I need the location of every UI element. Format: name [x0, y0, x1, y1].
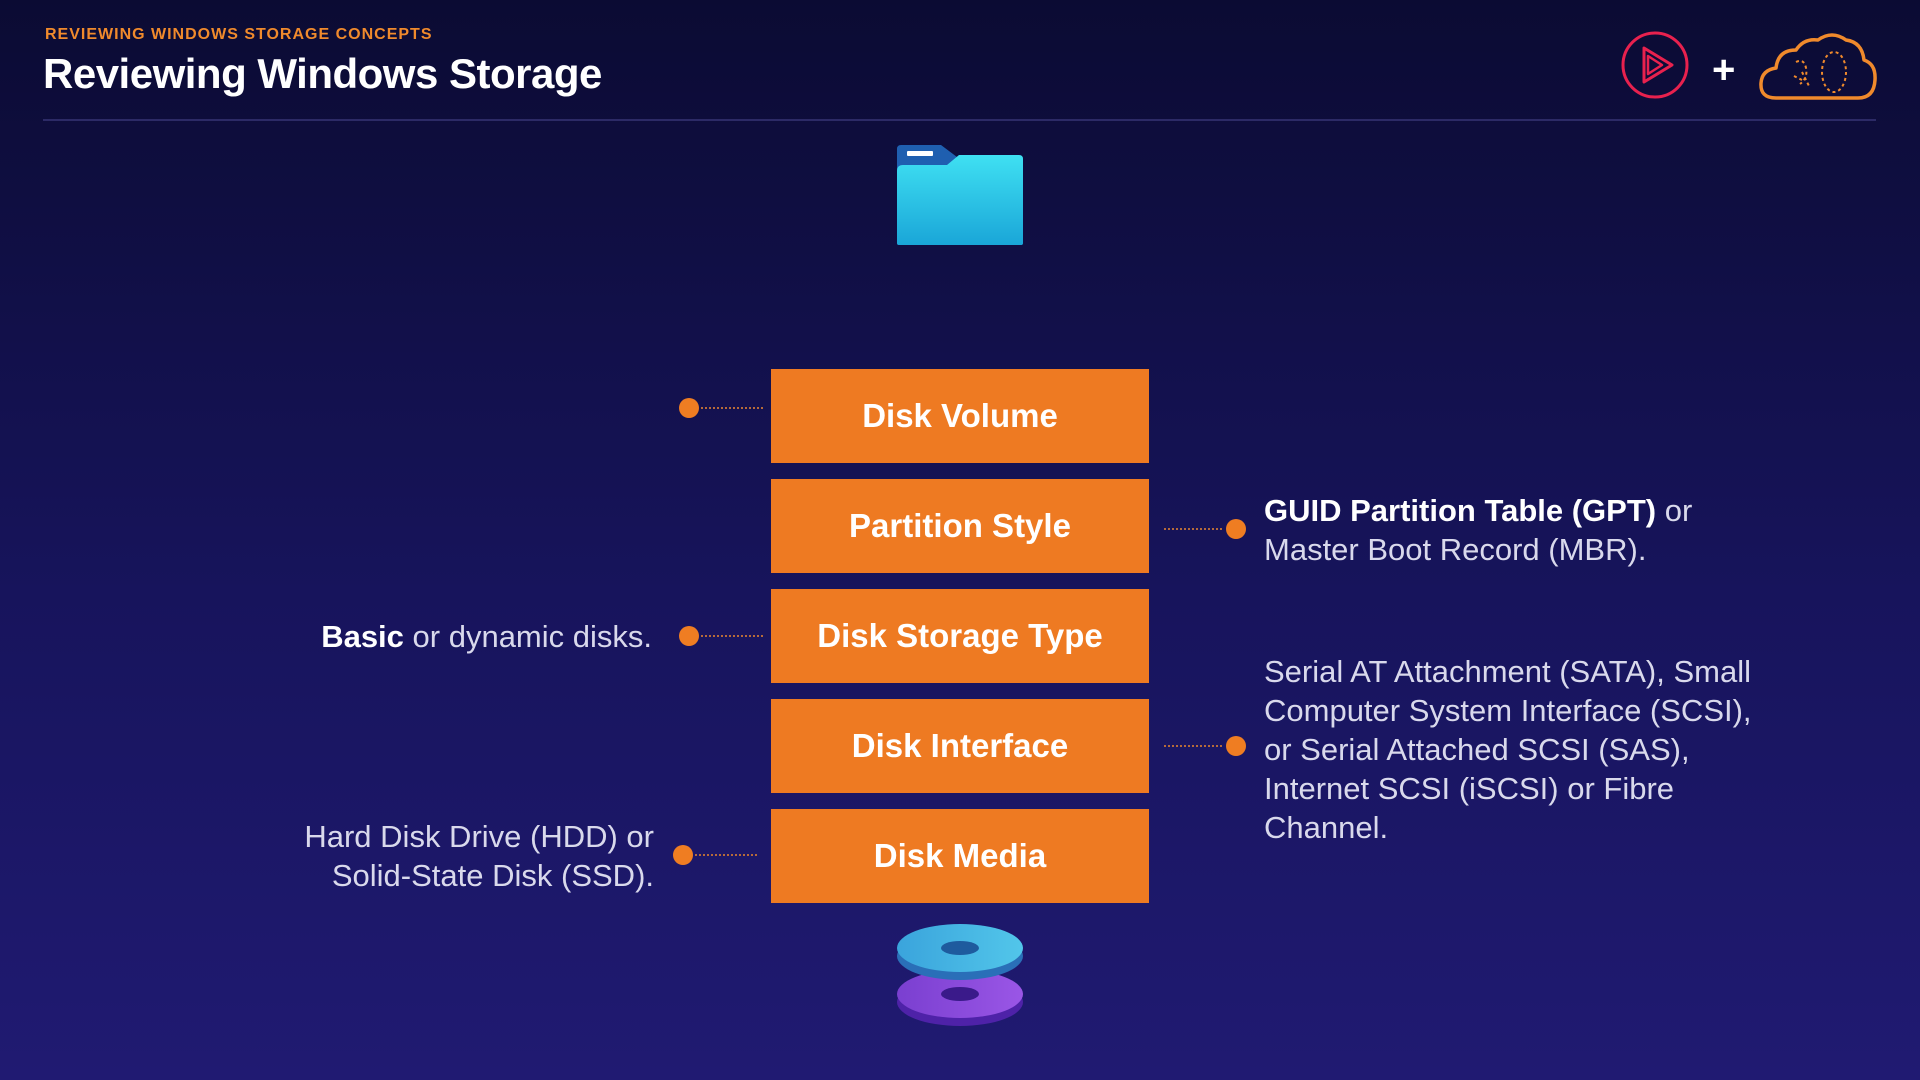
- note-interface: Serial AT Attachment (SATA), Small Compu…: [1264, 652, 1904, 847]
- layer-disk-media: Disk Media: [771, 809, 1149, 903]
- connector-line-media: [695, 854, 757, 856]
- connector-line-disk-volume: [701, 407, 763, 409]
- connector-line-partition-style: [1164, 528, 1222, 530]
- note-media: Hard Disk Drive (HDD) or Solid-State Dis…: [200, 817, 654, 895]
- page-title: Reviewing Windows Storage: [43, 50, 602, 97]
- connector-dot-disk-volume: [679, 398, 699, 418]
- note-interface-line4: Internet SCSI (iSCSI) or Fibre: [1264, 771, 1675, 806]
- connector-dot-partition-style: [1226, 519, 1246, 539]
- note-interface-line1: Serial AT Attachment (SATA), Small: [1264, 654, 1751, 689]
- note-partition-style-rest: or: [1656, 493, 1693, 528]
- note-interface-line2: Computer System Interface (SCSI),: [1264, 693, 1752, 728]
- connector-dot-storage-type: [679, 626, 699, 646]
- layer-partition-style: Partition Style: [771, 479, 1149, 573]
- layer-disk-volume: Disk Volume: [771, 369, 1149, 463]
- note-interface-line5: Channel.: [1264, 810, 1389, 845]
- folder-icon: [895, 143, 1025, 252]
- connector-line-interface: [1164, 745, 1222, 747]
- note-media-line2: Solid-State Disk (SSD).: [331, 858, 654, 893]
- stacked-disks-icon: [893, 922, 1027, 1039]
- note-interface-line3: or Serial Attached SCSI (SAS),: [1264, 732, 1690, 767]
- note-partition-style-bold: GUID Partition Table (GPT): [1264, 493, 1657, 528]
- cloud-logo-icon: [1758, 28, 1878, 107]
- note-storage-type-bold: Basic: [321, 619, 404, 654]
- connector-dot-interface: [1226, 736, 1246, 756]
- layer-disk-storage-type: Disk Storage Type: [771, 589, 1149, 683]
- header-kicker: REVIEWING WINDOWS STORAGE CONCEPTS: [45, 26, 433, 43]
- note-partition-style: GUID Partition Table (GPT) or Master Boo…: [1264, 491, 1864, 569]
- note-media-line1: Hard Disk Drive (HDD) or: [304, 819, 654, 854]
- play-logo-icon: [1620, 30, 1690, 105]
- note-storage-type-rest: or dynamic disks.: [403, 619, 652, 654]
- header-divider: [43, 119, 1876, 121]
- logo-plus: +: [1712, 48, 1736, 92]
- connector-line-storage-type: [701, 635, 763, 637]
- note-storage-type: Basic or dynamic disks.: [200, 617, 652, 656]
- connector-dot-media: [673, 845, 693, 865]
- layer-disk-interface: Disk Interface: [771, 699, 1149, 793]
- note-partition-style-line2: Master Boot Record (MBR).: [1264, 532, 1647, 567]
